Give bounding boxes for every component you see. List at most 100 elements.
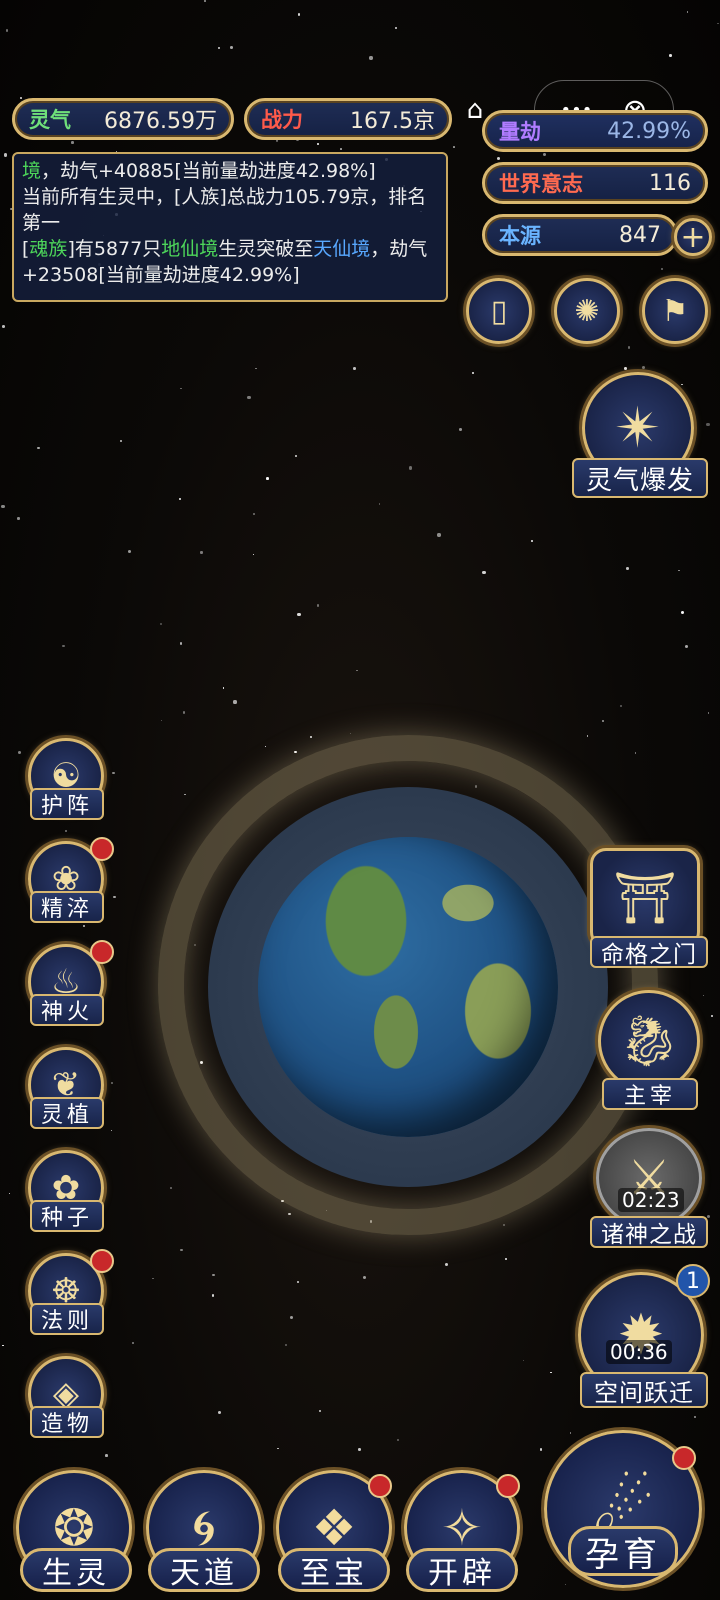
star	[482, 571, 486, 575]
star	[255, 368, 257, 370]
star	[542, 153, 547, 157]
star	[64, 830, 67, 833]
benyuan-pill[interactable]: 本源 847	[482, 214, 678, 256]
star	[229, 46, 233, 50]
star	[284, 1343, 288, 1347]
star	[340, 147, 343, 150]
star	[397, 1438, 400, 1441]
mingge-label: 命格之门	[590, 936, 708, 968]
star	[316, 604, 319, 607]
zhibao-notification-dot	[368, 1474, 392, 1498]
star	[452, 146, 455, 149]
star	[661, 268, 664, 271]
star	[217, 1410, 222, 1415]
star	[565, 1584, 567, 1586]
star	[110, 1081, 114, 1085]
star	[680, 610, 684, 615]
star	[497, 156, 501, 160]
star	[627, 346, 631, 349]
star	[530, 539, 533, 542]
star	[353, 367, 357, 371]
nav-tiandao[interactable]: 天道	[148, 1548, 260, 1592]
log-line-3: [魂族]有5877只地仙境生灵突破至天仙境，劫气+23508[当前量劫进度42.…	[22, 238, 428, 286]
star	[218, 47, 220, 49]
zhushen-label: 诸神之战	[590, 1216, 708, 1248]
star	[105, 1454, 108, 1457]
star	[2, 1344, 4, 1347]
left-button-6-label: 造物	[30, 1406, 104, 1438]
zhanli-pill[interactable]: 战力 167.5京	[244, 98, 452, 140]
star	[1, 504, 5, 508]
log-line-1: 境，劫气+40885[当前量劫进度42.98%]	[22, 160, 376, 182]
star	[444, 1262, 448, 1266]
nav-yunyu[interactable]: 孕育	[568, 1526, 678, 1576]
star	[233, 700, 237, 704]
zhushen-timer: 02:23	[618, 1188, 684, 1212]
nav-shengling[interactable]: 生灵	[20, 1548, 132, 1592]
yunyu-notification-dot	[672, 1446, 696, 1470]
star	[309, 735, 313, 739]
star	[297, 612, 301, 616]
star	[2, 325, 5, 329]
star	[710, 1014, 714, 1018]
flag-icon[interactable]: ⚑	[642, 278, 708, 344]
shijie-pill[interactable]: 世界意志 116	[482, 162, 708, 204]
star	[223, 687, 225, 689]
star	[71, 141, 74, 144]
star	[458, 428, 462, 431]
star	[694, 1415, 697, 1418]
star	[212, 1273, 216, 1277]
left-button-2-label: 神火	[30, 994, 104, 1026]
star	[5, 29, 9, 32]
star	[686, 11, 689, 13]
star	[601, 720, 605, 723]
card-icon[interactable]: ▯	[466, 278, 532, 344]
nav-zhibao[interactable]: 至宝	[278, 1548, 390, 1592]
star	[82, 925, 85, 928]
star	[586, 735, 589, 737]
lingqi-pill[interactable]: 灵气 6876.59万	[12, 98, 234, 140]
shijie-label: 世界意志	[499, 171, 583, 196]
zhuzai-button[interactable]: 🐉︎	[598, 990, 700, 1092]
left-button-5-label: 法则	[30, 1303, 104, 1335]
star	[297, 13, 300, 16]
nav-kaipi[interactable]: 开辟	[406, 1548, 518, 1592]
star	[200, 551, 203, 554]
star	[668, 53, 672, 57]
log-line-2: 当前所有生灵中，[人族]总战力105.79京，排名第一	[22, 186, 427, 234]
vortex-icon[interactable]: ✺	[554, 278, 620, 344]
star	[17, 517, 20, 520]
star	[277, 1447, 280, 1450]
star	[294, 454, 298, 457]
star	[569, 1432, 571, 1434]
star	[264, 746, 267, 748]
star	[378, 503, 381, 505]
zhushen-button[interactable]: ⚔	[596, 1128, 702, 1228]
star	[17, 751, 21, 755]
star	[112, 771, 115, 774]
add-benyuan-button[interactable]: +	[674, 218, 712, 256]
star	[349, 732, 351, 734]
star	[160, 719, 163, 722]
star	[110, 1129, 112, 1131]
world-planet[interactable]	[258, 837, 558, 1137]
star	[706, 422, 710, 427]
star	[179, 642, 183, 645]
liangjie-pill[interactable]: 量劫 42.99%	[482, 110, 708, 152]
star	[37, 446, 40, 449]
star	[706, 1215, 710, 1219]
star	[539, 1448, 543, 1451]
kongjian-badge: 1	[676, 1264, 710, 1298]
star	[62, 644, 65, 648]
star	[620, 705, 623, 708]
star	[356, 670, 358, 672]
star	[362, 1275, 366, 1280]
message-log: 境，劫气+40885[当前量劫进度42.98%] 当前所有生灵中，[人族]总战力…	[12, 152, 448, 302]
mingge-button[interactable]: ⛩	[590, 848, 700, 948]
star	[437, 533, 441, 537]
kaipi-notification-dot	[496, 1474, 520, 1498]
lingqi-label: 灵气	[29, 107, 71, 132]
star	[253, 512, 255, 515]
left-button-4-label: 种子	[30, 1200, 104, 1232]
star	[702, 994, 704, 996]
